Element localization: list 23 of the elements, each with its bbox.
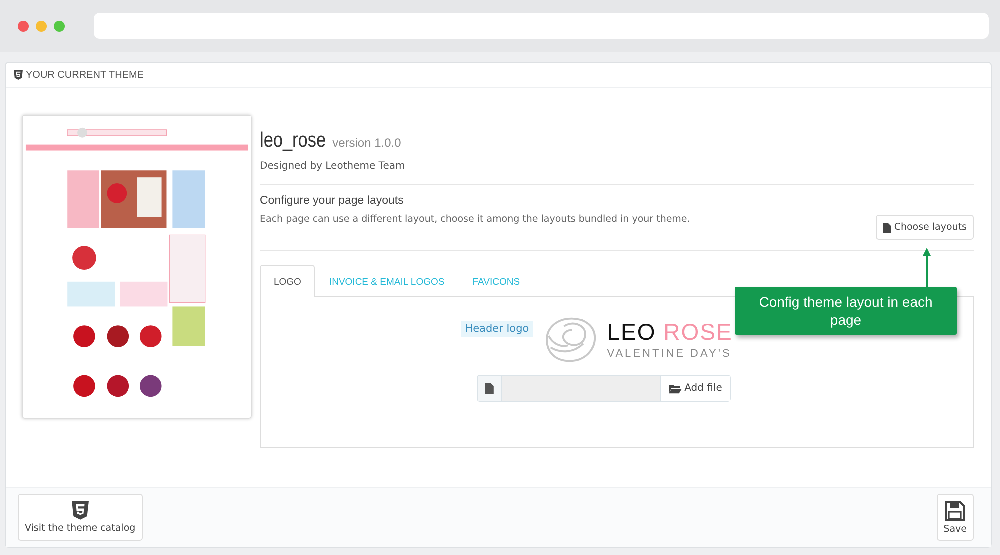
arrow bbox=[923, 247, 931, 287]
logo-tagline: VALENTINE DAY'S bbox=[607, 348, 733, 360]
close-dot[interactable] bbox=[18, 20, 29, 32]
callout: Config theme layout in each page bbox=[735, 287, 957, 335]
panel-title: YOUR CURRENT THEME bbox=[26, 70, 144, 80]
minimize-dot[interactable] bbox=[36, 20, 47, 32]
theme-name: leo_rose bbox=[260, 129, 326, 153]
section-description: Each page can use a different layout, choose it among the layouts bundled in your theme. bbox=[260, 214, 690, 225]
section-heading: Configure your page layouts bbox=[260, 195, 405, 207]
save-button[interactable]: Save bbox=[936, 494, 974, 541]
theme-version: version 1.0.0 bbox=[332, 136, 402, 150]
field-label: Header logo bbox=[461, 321, 534, 337]
logo-word: LEO bbox=[607, 318, 656, 344]
maximize-dot[interactable] bbox=[54, 20, 65, 32]
theme-designer: Designed by Leotheme Team bbox=[260, 161, 406, 172]
visit-catalog-button[interactable]: Visit the theme catalog bbox=[18, 494, 143, 541]
html5-icon bbox=[72, 501, 89, 520]
logo-word: ROSE bbox=[664, 318, 733, 344]
document-icon bbox=[883, 222, 892, 232]
address-bar[interactable] bbox=[94, 13, 989, 39]
choose-layouts-button[interactable]: Choose layouts bbox=[876, 215, 974, 240]
html5-icon bbox=[14, 70, 23, 80]
tab[interactable]: LOGO bbox=[260, 265, 316, 297]
